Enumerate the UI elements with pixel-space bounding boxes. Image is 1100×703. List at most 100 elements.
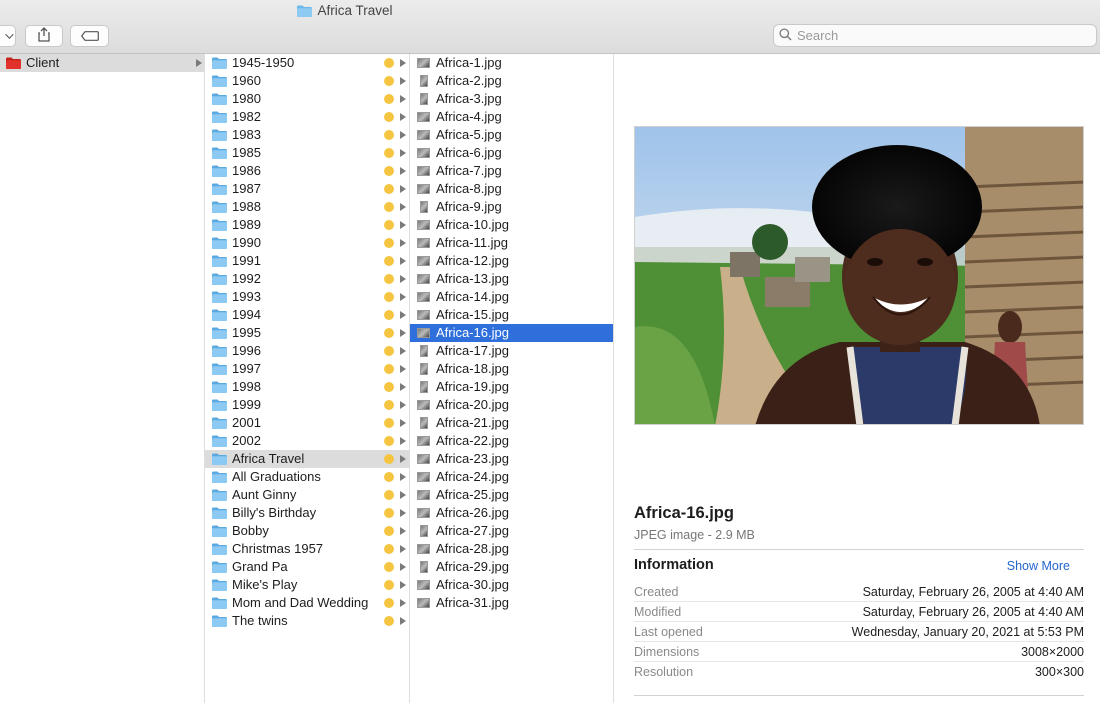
chevron-right-icon <box>400 167 406 175</box>
folder-label: 2001 <box>232 415 261 430</box>
file-row[interactable]: Africa-27.jpg <box>410 522 613 540</box>
folder-row[interactable]: 1990 <box>205 234 409 252</box>
folder-row[interactable]: Africa Travel <box>205 450 409 468</box>
sidebar-item-client[interactable]: Client <box>0 54 204 72</box>
folder-row[interactable]: 2002 <box>205 432 409 450</box>
tag-button[interactable] <box>70 25 109 47</box>
folder-row[interactable]: Mike's Play <box>205 576 409 594</box>
folder-row[interactable]: 1988 <box>205 198 409 216</box>
file-row[interactable]: Africa-12.jpg <box>410 252 613 270</box>
folder-label: All Graduations <box>232 469 321 484</box>
folders-column[interactable]: 1945-1950 1960 1980 1982 1983 1985 1986 1987 198… <box>205 54 410 703</box>
preview-file-name: Africa-16.jpg <box>634 504 734 522</box>
search-field[interactable] <box>773 24 1097 47</box>
folder-row[interactable]: 1983 <box>205 126 409 144</box>
folder-row[interactable]: 1998 <box>205 378 409 396</box>
folder-row[interactable]: 1945-1950 <box>205 54 409 72</box>
folder-row[interactable]: 1994 <box>205 306 409 324</box>
share-icon <box>37 27 51 45</box>
file-row[interactable]: Africa-2.jpg <box>410 72 613 90</box>
file-row[interactable]: Africa-21.jpg <box>410 414 613 432</box>
file-row[interactable]: Africa-13.jpg <box>410 270 613 288</box>
file-row[interactable]: Africa-28.jpg <box>410 540 613 558</box>
file-row[interactable]: Africa-14.jpg <box>410 288 613 306</box>
file-row[interactable]: Africa-25.jpg <box>410 486 613 504</box>
folder-label: Bobby <box>232 523 269 538</box>
folder-icon <box>212 93 227 105</box>
tag-dot-icon <box>384 184 394 194</box>
folder-row[interactable]: 1995 <box>205 324 409 342</box>
file-row[interactable]: Africa-9.jpg <box>410 198 613 216</box>
file-row[interactable]: Africa-22.jpg <box>410 432 613 450</box>
file-row[interactable]: Africa-19.jpg <box>410 378 613 396</box>
folder-row[interactable]: 1980 <box>205 90 409 108</box>
folder-row[interactable]: 1982 <box>205 108 409 126</box>
folder-row[interactable]: Mom and Dad Wedding <box>205 594 409 612</box>
folder-row[interactable]: 1986 <box>205 162 409 180</box>
folder-icon <box>212 291 227 303</box>
image-thumbnail-icon <box>420 363 428 375</box>
chevron-right-icon <box>400 113 406 121</box>
folder-icon <box>212 111 227 123</box>
file-row[interactable]: Africa-29.jpg <box>410 558 613 576</box>
file-row[interactable]: Africa-17.jpg <box>410 342 613 360</box>
file-row[interactable]: Africa-15.jpg <box>410 306 613 324</box>
file-row[interactable]: Africa-26.jpg <box>410 504 613 522</box>
folder-row[interactable]: 1992 <box>205 270 409 288</box>
folder-row[interactable]: Bobby <box>205 522 409 540</box>
file-row[interactable]: Africa-18.jpg <box>410 360 613 378</box>
folder-row[interactable]: The twins <box>205 612 409 630</box>
folder-row[interactable]: Grand Pa <box>205 558 409 576</box>
image-thumbnail-icon <box>417 508 430 518</box>
folder-row[interactable]: All Graduations <box>205 468 409 486</box>
image-thumbnail-icon <box>417 256 430 266</box>
info-row-last-opened: Last opened Wednesday, January 20, 2021 … <box>634 622 1084 642</box>
chevron-right-icon <box>400 221 406 229</box>
folder-row[interactable]: Billy's Birthday <box>205 504 409 522</box>
file-row[interactable]: Africa-3.jpg <box>410 90 613 108</box>
info-row-dimensions: Dimensions 3008×2000 <box>634 642 1084 662</box>
file-row[interactable]: Africa-31.jpg <box>410 594 613 612</box>
files-column[interactable]: Africa-1.jpg Africa-2.jpg Africa-3.jpg Afri… <box>410 54 614 703</box>
folder-row[interactable]: 1991 <box>205 252 409 270</box>
file-row[interactable]: Africa-10.jpg <box>410 216 613 234</box>
file-row[interactable]: Africa-8.jpg <box>410 180 613 198</box>
share-button[interactable] <box>25 25 63 47</box>
sidebar-column[interactable]: Client <box>0 54 205 703</box>
file-row[interactable]: Africa-1.jpg <box>410 54 613 72</box>
tag-dot-icon <box>384 490 394 500</box>
show-more-link[interactable]: Show More <box>1007 559 1070 573</box>
folder-row[interactable]: 1960 <box>205 72 409 90</box>
file-row[interactable]: Africa-5.jpg <box>410 126 613 144</box>
file-row[interactable]: Africa-30.jpg <box>410 576 613 594</box>
file-row[interactable]: Africa-4.jpg <box>410 108 613 126</box>
preview-image[interactable] <box>634 126 1084 425</box>
file-row[interactable]: Africa-6.jpg <box>410 144 613 162</box>
file-row[interactable]: Africa-23.jpg <box>410 450 613 468</box>
chevron-right-icon <box>400 527 406 535</box>
file-row[interactable]: Africa-20.jpg <box>410 396 613 414</box>
information-heading: Information <box>634 557 714 573</box>
folder-row[interactable]: 1999 <box>205 396 409 414</box>
folder-icon <box>212 507 227 519</box>
chevron-right-icon <box>400 77 406 85</box>
folder-row[interactable]: 1997 <box>205 360 409 378</box>
folder-row[interactable]: 1993 <box>205 288 409 306</box>
folder-label: Mike's Play <box>232 577 298 592</box>
file-row[interactable]: Africa-11.jpg <box>410 234 613 252</box>
search-input[interactable] <box>797 28 1087 43</box>
folder-row[interactable]: 2001 <box>205 414 409 432</box>
file-row[interactable]: Africa-24.jpg <box>410 468 613 486</box>
file-label: Africa-17.jpg <box>436 343 509 358</box>
folder-icon <box>212 489 227 501</box>
view-dropdown-button[interactable] <box>0 25 16 47</box>
folder-row[interactable]: 1996 <box>205 342 409 360</box>
tag-dot-icon <box>384 418 394 428</box>
folder-row[interactable]: Aunt Ginny <box>205 486 409 504</box>
file-row[interactable]: Africa-7.jpg <box>410 162 613 180</box>
folder-row[interactable]: 1989 <box>205 216 409 234</box>
file-row[interactable]: Africa-16.jpg <box>410 324 613 342</box>
folder-row[interactable]: Christmas 1957 <box>205 540 409 558</box>
folder-row[interactable]: 1987 <box>205 180 409 198</box>
folder-row[interactable]: 1985 <box>205 144 409 162</box>
